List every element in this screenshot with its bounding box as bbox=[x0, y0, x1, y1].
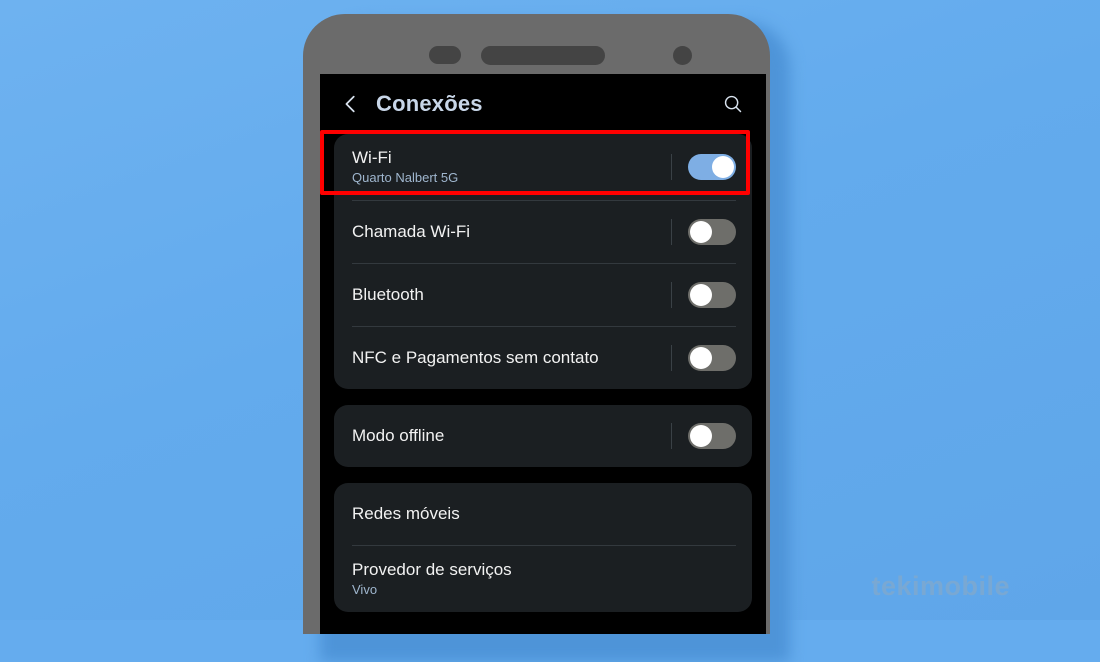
back-button[interactable] bbox=[334, 87, 368, 121]
vertical-divider bbox=[671, 154, 672, 180]
earpiece-speaker-icon bbox=[481, 46, 605, 65]
proximity-sensor-icon bbox=[429, 46, 461, 64]
phone-screen: Conexões Wi-Fi Quarto Nalbert 5G Chamada… bbox=[320, 74, 766, 634]
toggle-knob bbox=[690, 221, 712, 243]
setting-label: Redes móveis bbox=[352, 504, 460, 524]
wifi-toggle[interactable] bbox=[688, 154, 736, 180]
row-text-group: Modo offline bbox=[352, 426, 671, 446]
settings-header: Conexões bbox=[320, 74, 766, 134]
watermark-tekimobile: tekimobile bbox=[871, 571, 1010, 601]
row-text-group: Wi-Fi Quarto Nalbert 5G bbox=[352, 148, 671, 185]
section-gap bbox=[320, 389, 766, 405]
setting-label: Provedor de serviços bbox=[352, 560, 512, 580]
vertical-divider bbox=[671, 423, 672, 449]
setting-sublabel: Vivo bbox=[352, 581, 378, 597]
setting-row-wifi-calling[interactable]: Chamada Wi-Fi bbox=[334, 201, 752, 263]
setting-row-airplane-mode[interactable]: Modo offline bbox=[334, 405, 752, 467]
bluetooth-toggle[interactable] bbox=[688, 282, 736, 308]
setting-sublabel: Quarto Nalbert 5G bbox=[352, 169, 459, 185]
page-title: Conexões bbox=[376, 91, 483, 116]
row-text-group: NFC e Pagamentos sem contato bbox=[352, 348, 671, 368]
front-camera-icon bbox=[673, 46, 692, 65]
toggle-group bbox=[671, 423, 736, 449]
toggle-knob bbox=[690, 347, 712, 369]
setting-row-service-provider[interactable]: Provedor de serviços Vivo bbox=[334, 546, 752, 612]
connections-card-networks: Redes móveis Provedor de serviços Vivo bbox=[334, 483, 752, 612]
chevron-left-icon bbox=[345, 95, 355, 113]
search-button[interactable] bbox=[716, 87, 750, 121]
setting-label: Chamada Wi-Fi bbox=[352, 222, 471, 242]
toggle-group bbox=[671, 282, 736, 308]
airplane-mode-toggle[interactable] bbox=[688, 423, 736, 449]
toggle-knob bbox=[712, 156, 734, 178]
setting-row-nfc[interactable]: NFC e Pagamentos sem contato bbox=[334, 327, 752, 389]
vertical-divider bbox=[671, 345, 672, 371]
setting-row-wifi[interactable]: Wi-Fi Quarto Nalbert 5G bbox=[334, 134, 752, 200]
setting-row-mobile-networks[interactable]: Redes móveis bbox=[334, 483, 752, 545]
nfc-toggle[interactable] bbox=[688, 345, 736, 371]
connections-card-airplane: Modo offline bbox=[334, 405, 752, 467]
row-text-group: Chamada Wi-Fi bbox=[352, 222, 671, 242]
toggle-knob bbox=[690, 425, 712, 447]
setting-label: NFC e Pagamentos sem contato bbox=[352, 348, 599, 368]
vertical-divider bbox=[671, 282, 672, 308]
toggle-group bbox=[671, 345, 736, 371]
row-text-group: Bluetooth bbox=[352, 285, 671, 305]
setting-label: Wi-Fi bbox=[352, 148, 392, 168]
setting-label: Modo offline bbox=[352, 426, 445, 446]
row-text-group: Provedor de serviços Vivo bbox=[352, 560, 736, 597]
connections-card-primary: Wi-Fi Quarto Nalbert 5G Chamada Wi-Fi Bl… bbox=[334, 134, 752, 389]
setting-label: Bluetooth bbox=[352, 285, 424, 305]
vertical-divider bbox=[671, 219, 672, 245]
section-gap bbox=[320, 467, 766, 483]
toggle-group bbox=[671, 219, 736, 245]
setting-row-bluetooth[interactable]: Bluetooth bbox=[334, 264, 752, 326]
toggle-knob bbox=[690, 284, 712, 306]
phone-frame: Conexões Wi-Fi Quarto Nalbert 5G Chamada… bbox=[303, 14, 770, 634]
row-text-group: Redes móveis bbox=[352, 504, 736, 524]
search-icon bbox=[724, 95, 742, 113]
wifi-calling-toggle[interactable] bbox=[688, 219, 736, 245]
toggle-group bbox=[671, 154, 736, 180]
